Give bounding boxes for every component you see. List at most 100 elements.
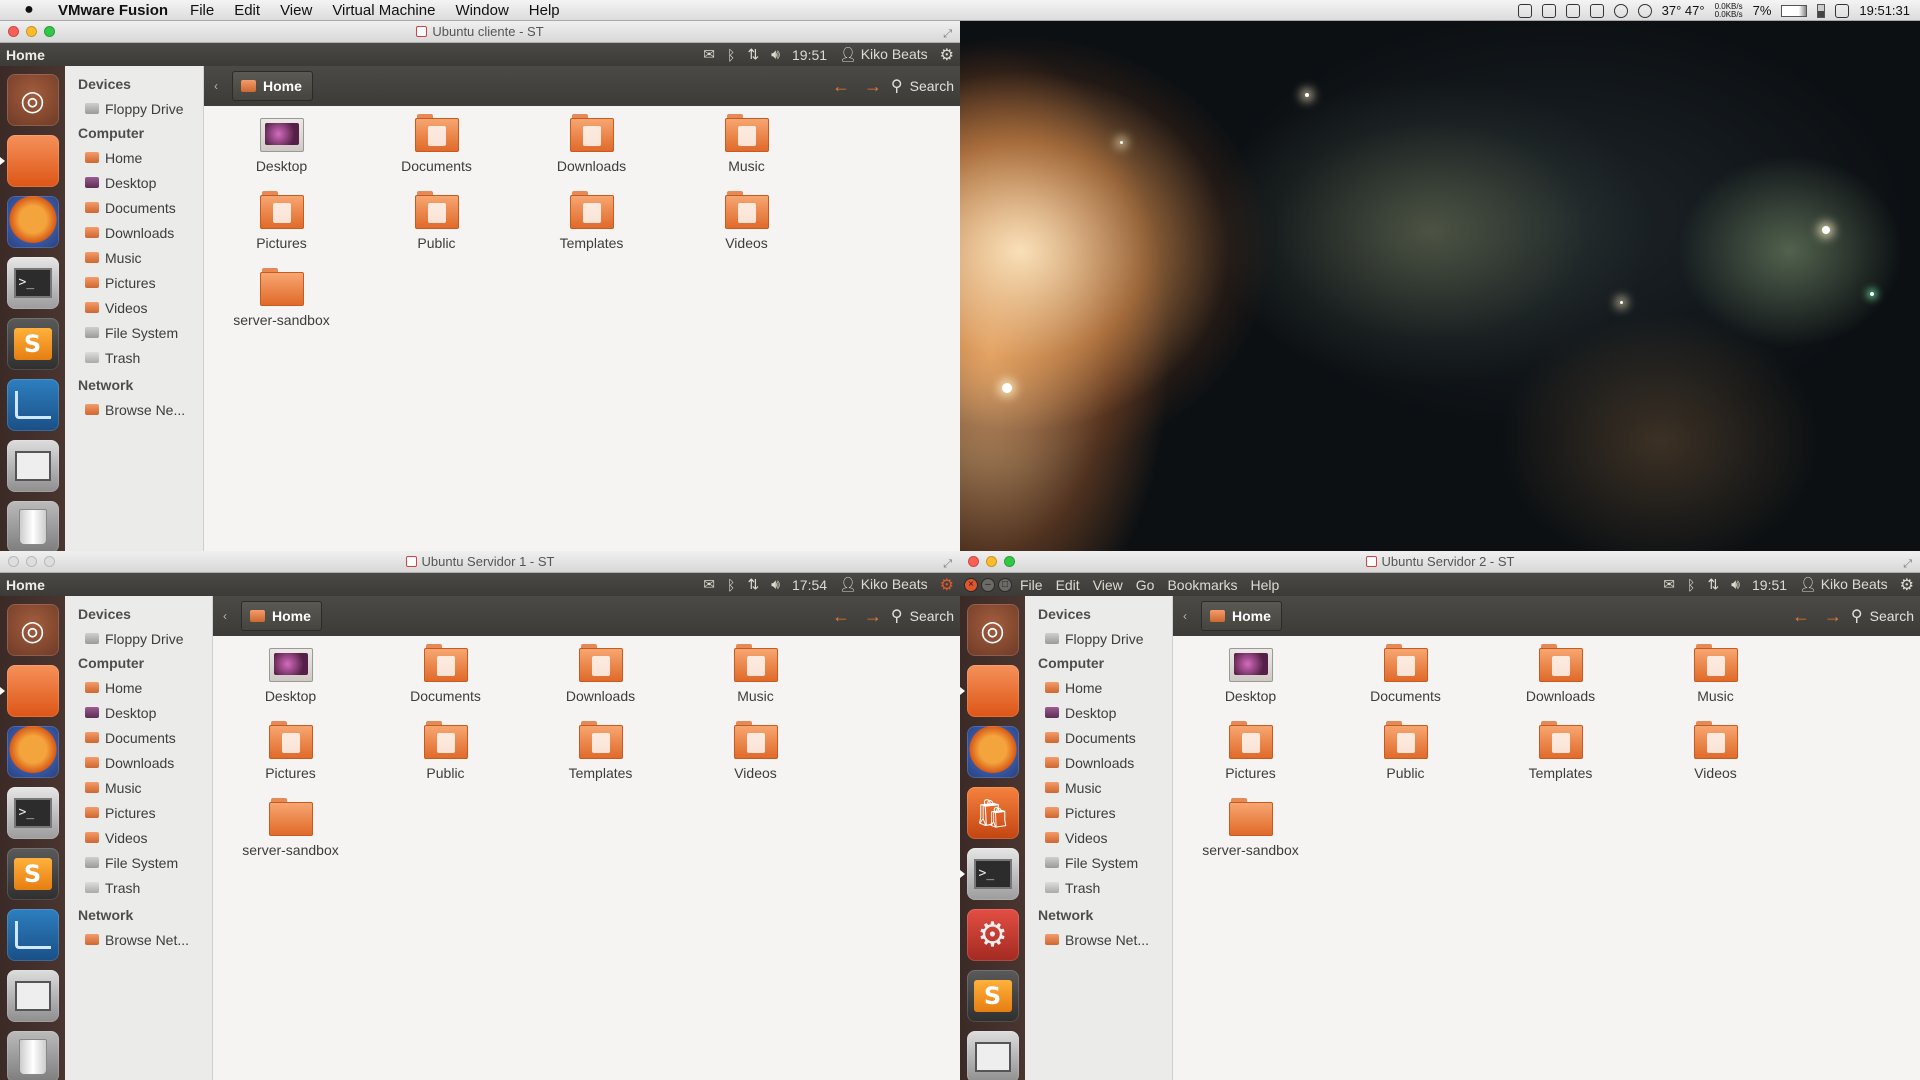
firefox-launcher[interactable] [6,726,59,778]
dropbox-icon[interactable] [1589,3,1604,18]
sidebar-item-desktop[interactable]: Desktop [65,700,212,725]
files-launcher[interactable] [0,665,59,717]
forward-arrow-icon[interactable]: → [1824,606,1842,627]
minimize-button[interactable] [26,26,37,37]
files-launcher[interactable] [960,665,1019,717]
back-arrow-icon[interactable]: ← [1792,606,1810,627]
vmware-icon[interactable] [1541,3,1556,18]
panel-clock[interactable]: 19:51 [792,47,827,63]
workspace-switcher[interactable] [966,1031,1019,1080]
search-button[interactable]: ⚲ Search [1851,596,1914,636]
panel-clock[interactable]: 19:51 [1752,577,1787,593]
script-icon[interactable] [1835,3,1850,18]
firefox-launcher[interactable] [6,196,59,248]
sidebar-item-documents[interactable]: Documents [65,725,212,750]
evernote-icon[interactable] [1517,3,1532,18]
menu-help[interactable]: Help [529,2,560,19]
sidebar-item-browse-network[interactable]: Browse Ne... [65,397,203,422]
sublime-launcher[interactable]: S [6,318,59,370]
sidebar-item-trash[interactable]: Trash [65,345,203,370]
file-item-templates[interactable]: Templates [1483,713,1638,790]
sidebar-item-floppy[interactable]: Floppy Drive [1025,626,1172,651]
sidebar-item-browse-network[interactable]: Browse Net... [1025,927,1172,952]
sidebar-item-filesystem[interactable]: File System [65,850,212,875]
file-item-music[interactable]: Music [1638,636,1793,713]
sidebar-item-floppy[interactable]: Floppy Drive [65,96,203,121]
minimize-button[interactable] [26,556,37,567]
file-item-public[interactable]: Public [368,713,523,790]
terminal-launcher[interactable]: >_ [960,848,1019,900]
trash-launcher[interactable] [6,501,59,551]
window-titlebar[interactable]: Ubuntu cliente - ST ⤢ [0,21,960,43]
terminal-launcher[interactable]: >_ [6,257,59,309]
sidebar-item-downloads[interactable]: Downloads [1025,750,1172,775]
close-button[interactable] [8,26,19,37]
sidebar-item-desktop[interactable]: Desktop [1025,700,1172,725]
sidebar-item-floppy[interactable]: Floppy Drive [65,626,212,651]
dash-button[interactable]: ◎ [966,604,1019,656]
menu-file[interactable]: File [190,2,214,19]
app-menu[interactable]: VMware Fusion [58,2,168,19]
sidebar-item-filesystem[interactable]: File System [1025,850,1172,875]
file-item-documents[interactable]: Documents [359,106,514,183]
sidebar-item-downloads[interactable]: Downloads [65,750,212,775]
window-titlebar[interactable]: Ubuntu Servidor 1 - ST ⤢ [0,551,960,573]
zoom-button[interactable] [1004,556,1015,567]
file-item-videos[interactable]: Videos [669,183,824,260]
volume-icon[interactable]: 🔊︎ [771,46,780,63]
sidebar-item-home[interactable]: Home [65,145,203,170]
workspace-switcher[interactable] [6,970,59,1022]
file-item-music[interactable]: Music [678,636,833,713]
file-item-downloads[interactable]: Downloads [514,106,669,183]
network-icon[interactable]: ⇅ [747,576,759,593]
sidebar-item-documents[interactable]: Documents [65,195,203,220]
dash-button[interactable]: ◎ [6,74,59,126]
sidebar-item-desktop[interactable]: Desktop [65,170,203,195]
session-gear-icon[interactable]: ⚙ [940,575,954,595]
sidebar-item-videos[interactable]: Videos [65,825,212,850]
dash-button[interactable]: ◎ [6,604,59,656]
search-button[interactable]: ⚲ Search [891,66,954,106]
panel-clock[interactable]: 17:54 [792,577,827,593]
sidebar-item-home[interactable]: Home [65,675,212,700]
mail-icon[interactable]: ✉ [703,46,715,63]
file-item-templates[interactable]: Templates [523,713,678,790]
terminal-launcher[interactable]: >_ [6,787,59,839]
window-titlebar[interactable]: Ubuntu Servidor 2 - ST ⤢ [960,551,1920,573]
file-item-documents[interactable]: Documents [368,636,523,713]
history-icon[interactable]: ‹ [1183,609,1197,623]
file-item-desktop[interactable]: Desktop [213,636,368,713]
sidebar-item-pictures[interactable]: Pictures [65,800,212,825]
sidebar-item-music[interactable]: Music [1025,775,1172,800]
file-item-pictures[interactable]: Pictures [1173,713,1328,790]
network-icon[interactable]: ⇅ [747,46,759,63]
apple-menu-icon[interactable]: ● [18,1,40,19]
back-arrow-icon[interactable]: ← [832,606,850,627]
bluetooth-icon[interactable]: ᛒ [727,47,735,63]
breadcrumb-home[interactable]: Home [241,601,322,631]
menu-window[interactable]: Window [455,2,508,19]
file-item-videos[interactable]: Videos [678,713,833,790]
close-button[interactable] [8,556,19,567]
file-item-pictures[interactable]: Pictures [213,713,368,790]
file-item-videos[interactable]: Videos [1638,713,1793,790]
file-item-music[interactable]: Music [669,106,824,183]
software-center-launcher[interactable]: 🛍︎ [966,787,1019,839]
sidebar-item-music[interactable]: Music [65,245,203,270]
file-item-downloads[interactable]: Downloads [1483,636,1638,713]
file-item-server-sandbox[interactable]: server-sandbox [213,790,368,867]
user-menu[interactable]: 👤︎ Kiko Beats [1799,576,1888,593]
session-gear-icon[interactable]: ⚙ [1900,575,1914,595]
volume-icon[interactable]: 🔊︎ [771,576,780,593]
sync-icon[interactable] [1613,3,1628,18]
back-arrow-icon[interactable]: ← [832,76,850,97]
sublime-launcher[interactable]: S [6,848,59,900]
files-launcher[interactable] [0,135,59,187]
file-item-public[interactable]: Public [1328,713,1483,790]
file-item-downloads[interactable]: Downloads [523,636,678,713]
menu-file[interactable]: File [1020,577,1043,593]
sidebar-item-downloads[interactable]: Downloads [65,220,203,245]
sidebar-item-home[interactable]: Home [1025,675,1172,700]
clock[interactable]: 19:51:31 [1859,3,1910,18]
zoom-button[interactable] [44,556,55,567]
